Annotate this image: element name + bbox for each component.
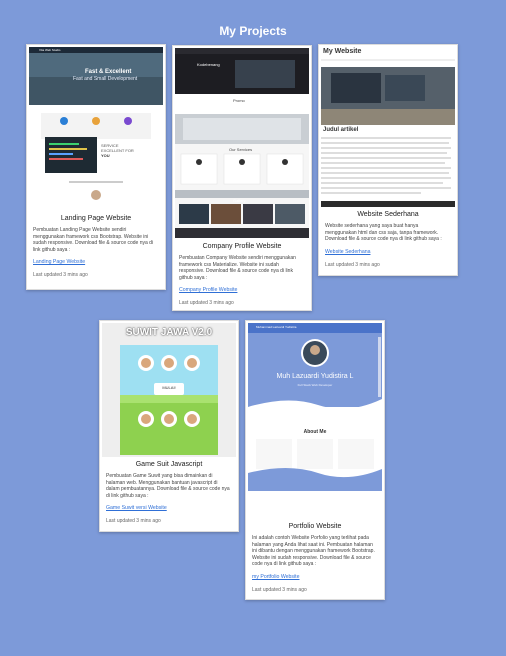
card-description: Pembuatan Company Website sendiri menggu… (179, 255, 296, 281)
project-link[interactable]: Landing Page Website (33, 259, 159, 265)
thumb-about-heading: About Me (303, 429, 327, 435)
last-updated: Last updated 3 mins ago (325, 261, 380, 268)
project-link[interactable]: Game Suwit versi Website (106, 505, 232, 511)
project-link[interactable]: Website Sederhana (325, 249, 451, 255)
thumb-brand: Vita Web Studio (39, 48, 61, 52)
card-title: Company Profile Website (202, 243, 282, 250)
thumb-hero-subtitle: Fast and Small Development (73, 76, 138, 82)
thumb-role: Full Stack Web Developer (297, 383, 333, 387)
project-link[interactable]: my Portfolio Website (252, 574, 378, 580)
card-title: Game Suit Javascript (135, 461, 203, 468)
thumb-section-gallery: Gallery (233, 198, 246, 203)
thumb-brand: Kodebenang (197, 62, 220, 67)
project-card-company-profile: Kodebenang Promo Our Services Gallery Co… (172, 45, 312, 311)
thumb-name: Muh Lazuardi Yudistira L (276, 373, 354, 380)
card-description: Pembuatan Game Suwit yang bisa dimainkan… (106, 473, 230, 499)
last-updated: Last updated 3 mins ago (106, 518, 161, 525)
game-suit-thumbnail[interactable]: SUWIT JAWA V2.0 MULAI! (102, 323, 236, 457)
thumb-section-promo: Promo (233, 98, 245, 103)
last-updated: Last updated 3 mins ago (252, 586, 307, 593)
card-title: Website Sederhana (357, 211, 419, 218)
card-description: Pembuatan Landing Page Website sendiri m… (33, 227, 154, 253)
thumb-section-services: Our Services (229, 147, 253, 152)
thumb-hero-title: Fast & Excellent (85, 69, 132, 75)
thumb-game-title: SUWIT JAWA V2.0 (125, 327, 213, 338)
last-updated: Last updated 3 mins ago (33, 272, 88, 279)
portfolio-thumbnail[interactable]: Muhammad Lazuardi Yudistira Muh Lazuardi… (248, 323, 382, 491)
landing-page-thumbnail[interactable]: Vita Web Studio Fast & Excellent Fast an… (29, 47, 163, 205)
thumb-service-3: YOU (101, 153, 110, 158)
thumb-nav-brand: Muhammad Lazuardi Yudistira (256, 325, 297, 329)
card-description: Ini adalah contoh Website Porfolio yang … (252, 535, 375, 568)
project-card-game-suit: SUWIT JAWA V2.0 MULAI! Game Suit Javascr… (99, 320, 239, 532)
card-description: Website sederhana yang saya buat hanya m… (325, 223, 442, 243)
thumb-article-heading: Judul artikel (323, 127, 359, 133)
card-title: Landing Page Website (60, 215, 132, 222)
card-title: Portfolio Website (288, 523, 342, 530)
project-card-portfolio: Muhammad Lazuardi Yudistira Muh Lazuardi… (245, 320, 385, 600)
company-profile-thumbnail[interactable]: Kodebenang Promo Our Services Gallery (175, 48, 309, 238)
thumb-site-title: My Website (323, 48, 362, 55)
page-title: My Projects (219, 24, 287, 38)
project-link[interactable]: Company Profile Website (179, 287, 305, 293)
last-updated: Last updated 3 mins ago (179, 300, 234, 307)
website-sederhana-thumbnail[interactable]: My Website Judul artikel (321, 47, 455, 207)
thumb-center-label: MULAI! (162, 385, 176, 390)
project-card-landing-page: Vita Web Studio Fast & Excellent Fast an… (26, 44, 166, 290)
project-card-website-sederhana: My Website Judul artikel Website Sederha… (318, 44, 458, 276)
